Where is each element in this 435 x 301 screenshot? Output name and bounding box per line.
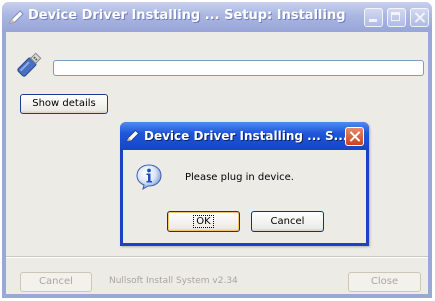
- ok-button-label: OK: [193, 215, 214, 228]
- dialog-close-button[interactable]: [345, 127, 364, 146]
- pencil-icon: [126, 130, 140, 142]
- info-icon: [136, 164, 162, 190]
- show-details-button[interactable]: Show details: [20, 94, 108, 114]
- minimize-button[interactable]: [364, 8, 383, 27]
- dialog-message: Please plug in device.: [185, 172, 294, 183]
- pencil-icon: [9, 10, 24, 24]
- dialog-titlebar[interactable]: Device Driver Installing ... S...: [120, 122, 369, 150]
- bottom-separator: [6, 256, 428, 258]
- install-progress-bar: [53, 60, 424, 76]
- dialog-cancel-button[interactable]: Cancel: [251, 211, 324, 232]
- cancel-install-button[interactable]: Cancel: [20, 272, 92, 292]
- dialog-title: Device Driver Installing ... S...: [144, 129, 348, 143]
- plug-in-dialog: Device Driver Installing ... S... Please…: [120, 122, 369, 246]
- installer-titlebar[interactable]: Device Driver Installing ... Setup: Inst…: [2, 2, 432, 32]
- maximize-button[interactable]: [387, 8, 406, 27]
- close-installer-button[interactable]: Close: [348, 272, 421, 292]
- dialog-body: Please plug in device. OK Cancel: [123, 150, 366, 243]
- installer-title: Device Driver Installing ... Setup: Inst…: [28, 8, 346, 23]
- usb-drive-icon: [17, 52, 42, 77]
- ok-button[interactable]: OK: [167, 211, 240, 232]
- nsis-branding: Nullsoft Install System v2.34: [109, 276, 238, 286]
- close-window-button[interactable]: [410, 8, 429, 27]
